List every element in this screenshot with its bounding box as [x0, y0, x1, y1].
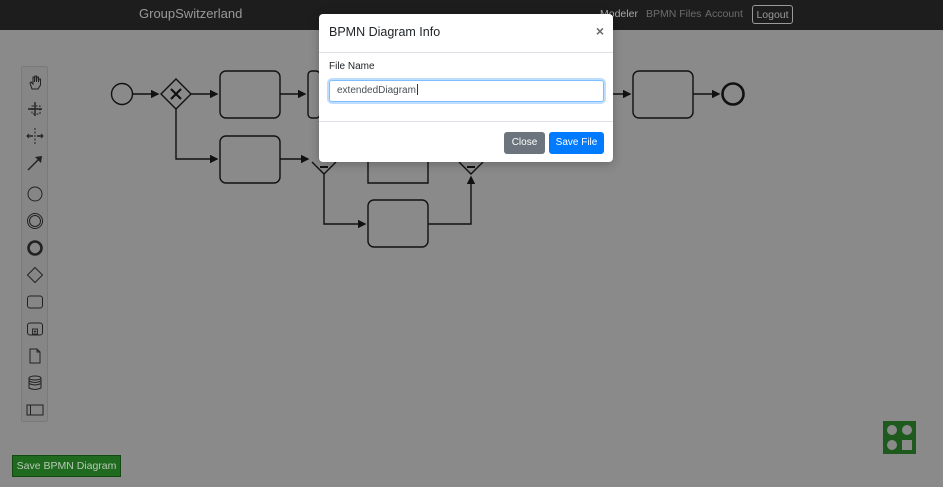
flow-gateway-task2[interactable]	[175, 109, 219, 164]
start-event-icon[interactable]	[26, 185, 44, 203]
bpmn-io-logo-icon[interactable]	[883, 421, 916, 454]
file-name-label: File Name	[329, 61, 375, 72]
end-event-icon[interactable]	[26, 239, 44, 257]
modal-footer: Close Save File	[319, 121, 613, 163]
modal-title: BPMN Diagram Info	[329, 25, 441, 39]
bpmn-diagram-info-modal: BPMN Diagram Info × File Name extendedDi…	[319, 14, 613, 162]
nav-link-bpmn-files[interactable]: BPMN Files	[646, 8, 701, 20]
flow-gateway2-task5[interactable]	[323, 174, 367, 229]
close-icon[interactable]: ×	[596, 23, 604, 39]
start-event[interactable]	[110, 82, 134, 106]
logout-button[interactable]: Logout	[752, 5, 793, 24]
close-button[interactable]: Close	[504, 132, 545, 154]
data-object-icon[interactable]	[26, 347, 44, 365]
end-event[interactable]	[721, 82, 745, 106]
hand-tool-icon[interactable]	[26, 73, 44, 91]
data-store-icon[interactable]	[26, 374, 44, 392]
save-bpmn-diagram-button[interactable]: Save BPMN Diagram	[12, 455, 121, 477]
task-2[interactable]	[219, 135, 281, 184]
flow-task5-gateway3[interactable]	[428, 175, 476, 225]
task-5[interactable]	[367, 199, 429, 248]
text-caret	[416, 84, 418, 95]
global-connect-icon[interactable]	[26, 154, 44, 172]
save-file-button[interactable]: Save File	[549, 132, 604, 154]
tool-palette	[21, 66, 48, 422]
task-icon[interactable]	[26, 293, 44, 311]
task-6[interactable]	[632, 70, 694, 119]
intermediate-event-icon[interactable]	[26, 212, 44, 230]
pool-icon[interactable]	[26, 401, 44, 419]
subprocess-icon[interactable]	[26, 320, 44, 338]
space-tool-icon[interactable]	[26, 127, 44, 145]
nav-link-account[interactable]: Account	[705, 8, 743, 20]
task-1[interactable]	[219, 70, 281, 119]
brand-name[interactable]: GroupSwitzerland	[139, 6, 242, 21]
lasso-tool-icon[interactable]	[26, 100, 44, 118]
gateway-icon[interactable]	[26, 266, 44, 284]
modal-header: BPMN Diagram Info ×	[319, 14, 613, 53]
file-name-input[interactable]: extendedDiagram	[329, 80, 604, 102]
file-name-value: extendedDiagram	[337, 85, 416, 96]
